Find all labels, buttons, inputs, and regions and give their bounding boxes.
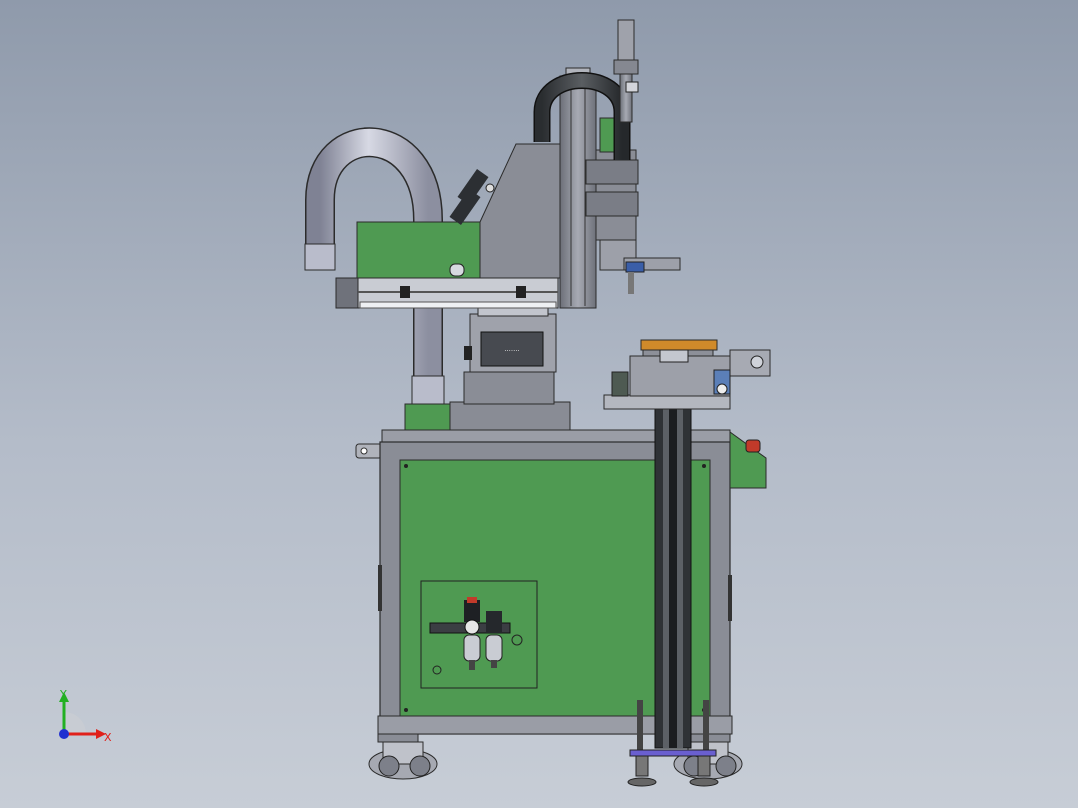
carriage-housing[interactable] bbox=[335, 143, 567, 309]
y-axis-label: Y bbox=[60, 688, 67, 701]
cad-viewport[interactable]: ······· Y X bbox=[0, 0, 1078, 808]
caster-left bbox=[368, 733, 438, 780]
z-axis-dot bbox=[59, 729, 69, 739]
cabinet[interactable] bbox=[355, 429, 767, 735]
air-filter-regulator[interactable] bbox=[420, 580, 538, 689]
machine-model-view[interactable]: ······· bbox=[0, 0, 1078, 808]
axis-triad bbox=[59, 692, 106, 739]
nameplate-label: ······· bbox=[504, 347, 520, 355]
x-axis-label: X bbox=[104, 731, 112, 744]
vertical-column[interactable] bbox=[654, 399, 692, 749]
worktable-assembly[interactable] bbox=[603, 339, 771, 410]
